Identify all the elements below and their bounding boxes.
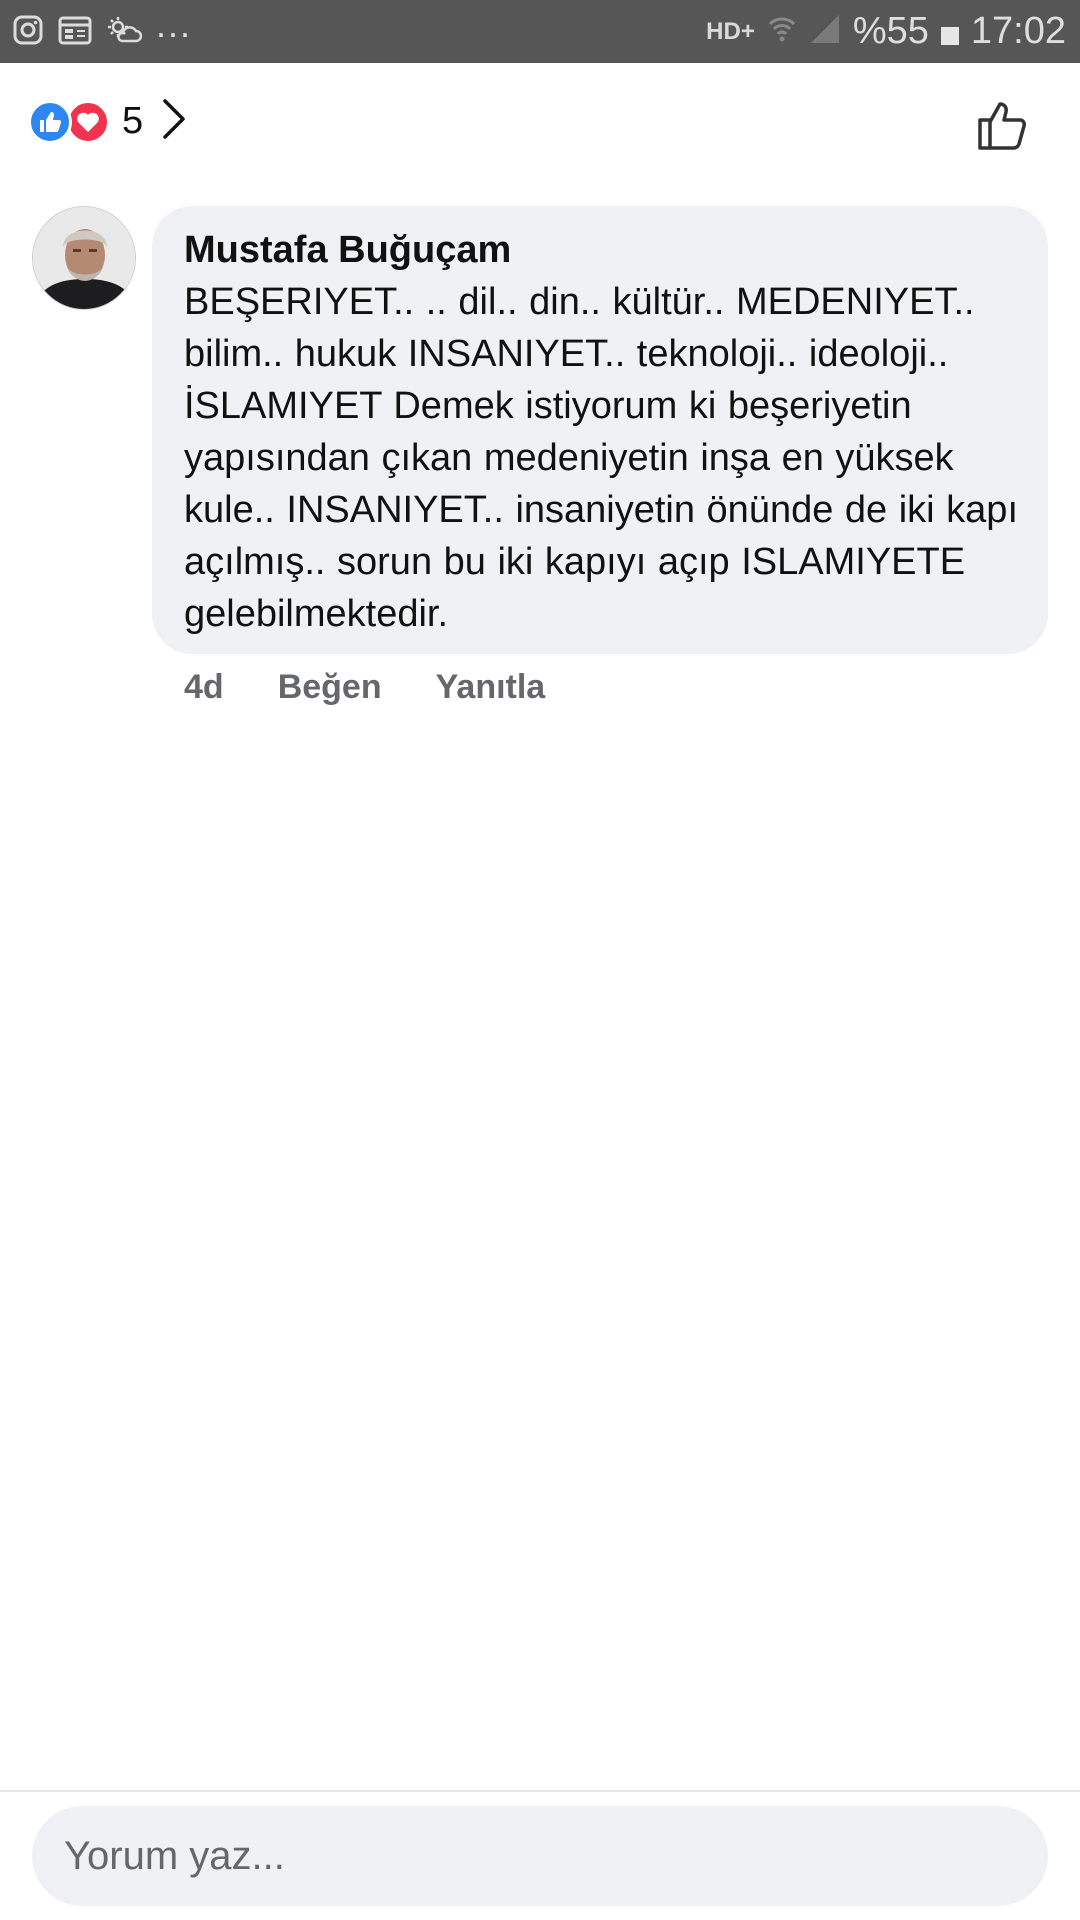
reply-button[interactable]: Yanıtla: [436, 668, 546, 707]
comment-author[interactable]: Mustafa Buğuçam: [184, 224, 1018, 276]
comment-bubble: Mustafa Buğuçam BEŞERIYET.. .. dil.. din…: [152, 206, 1048, 654]
signal-icon: [809, 13, 841, 50]
reactions-summary[interactable]: 5: [28, 98, 187, 145]
chevron-right-icon[interactable]: [161, 98, 187, 145]
battery-icon: [940, 26, 959, 45]
status-bar: ... HD+ %55 17:02: [0, 0, 1080, 63]
avatar[interactable]: [32, 206, 136, 310]
status-left: ...: [12, 7, 192, 46]
reaction-count: 5: [122, 100, 144, 142]
instagram-icon: [12, 14, 44, 46]
comment-time: 4d: [184, 668, 224, 706]
like-reaction-icon: [28, 99, 72, 144]
wifi-icon: [767, 12, 797, 51]
love-reaction-icon: [66, 99, 110, 144]
calendar-icon: [58, 15, 92, 45]
status-more-dots: ...: [156, 4, 193, 45]
like-comment-button[interactable]: Beğen: [278, 668, 382, 707]
comment-actions: 4d Beğen Yanıtla: [184, 668, 545, 707]
battery-percentage: %55: [852, 10, 929, 52]
weather-icon: [106, 15, 142, 45]
composer-divider: [0, 1790, 1080, 1792]
comment-input[interactable]: [32, 1806, 1048, 1906]
status-right: HD+ %55 17:02: [706, 10, 1066, 53]
like-post-button[interactable]: [976, 98, 1030, 157]
network-type: HD+: [706, 17, 755, 45]
comment-text: BEŞERIYET.. .. dil.. din.. kültür.. MEDE…: [184, 281, 1019, 635]
clock: 17:02: [970, 10, 1066, 52]
